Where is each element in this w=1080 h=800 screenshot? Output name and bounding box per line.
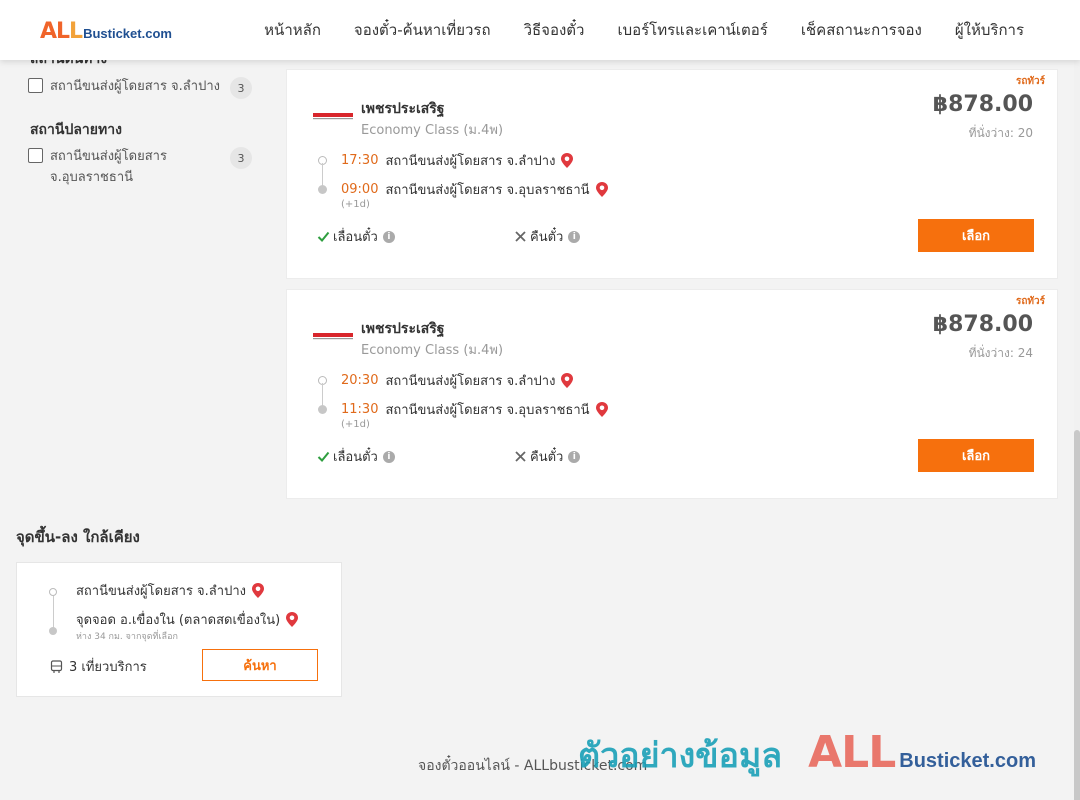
nearby-search-button[interactable]: ค้นหา xyxy=(202,649,318,681)
departure-station: สถานีขนส่งผู้โดยสาร จ.ลำปาง xyxy=(385,374,556,389)
bus-type-tag: รถทัวร์ xyxy=(1015,76,1045,87)
operator-logo-icon xyxy=(313,333,353,340)
origin-filter-label: สถานีขนส่งผู้โดยสาร จ.ลำปาง xyxy=(50,79,220,94)
reschedule-policy: เลื่อนตั๋ว i xyxy=(317,226,395,247)
reschedule-policy: เลื่อนตั๋ว i xyxy=(317,446,395,467)
top-header: ALL Busticket.com หน้าหลัก จองตั๋ว-ค้นหา… xyxy=(0,0,1080,60)
info-icon[interactable]: i xyxy=(568,230,581,243)
sample-watermark: ตัวอย่างข้อมูล ALL Busticket.com xyxy=(578,727,1036,782)
nearby-distance: ห่าง 34 กม. จากจุดที่เลือก xyxy=(76,632,178,642)
operator-name: เพชรประเสริฐ xyxy=(361,101,445,117)
info-icon[interactable]: i xyxy=(382,230,395,243)
trip-card: รถทัวร์ เพชรประเสริฐ Economy Class (ม.4พ… xyxy=(286,289,1058,499)
map-pin-icon[interactable] xyxy=(595,401,609,418)
next-day-indicator: (+1d) xyxy=(341,419,370,430)
watermark-all-text: ALL xyxy=(808,727,896,778)
nearby-trips-label: 3 เที่ยวบริการ xyxy=(69,660,147,675)
departure-row: 17:30 สถานีขนส่งผู้โดยสาร จ.ลำปาง xyxy=(341,150,574,171)
origin-count-badge: 3 xyxy=(230,77,252,99)
main-nav: หน้าหลัก จองตั๋ว-ค้นหาเที่ยวรถ วิธีจองตั… xyxy=(264,0,1024,60)
next-day-indicator: (+1d) xyxy=(341,199,370,210)
nearby-stops-title: จุดขึ้น-ลง ใกล้เคียง xyxy=(16,528,140,546)
timeline-end-dot xyxy=(318,185,327,194)
select-trip-button[interactable]: เลือก xyxy=(918,439,1034,472)
nearby-origin: สถานีขนส่งผู้โดยสาร จ.ลำปาง xyxy=(76,580,265,601)
info-icon[interactable]: i xyxy=(382,450,395,463)
map-pin-icon[interactable] xyxy=(251,582,265,599)
cross-icon xyxy=(515,231,526,242)
ticket-price: ฿878.00 xyxy=(932,312,1033,337)
departure-row: 20:30 สถานีขนส่งผู้โดยสาร จ.ลำปาง xyxy=(341,370,574,391)
nav-home[interactable]: หน้าหลัก xyxy=(264,18,321,42)
arrival-row: 11:30 สถานีขนส่งผู้โดยสาร จ.อุบลราชธานี xyxy=(341,399,609,420)
departure-station: สถานีขนส่งผู้โดยสาร จ.ลำปาง xyxy=(385,154,556,169)
timeline-start-dot xyxy=(49,588,57,596)
cross-icon xyxy=(515,451,526,462)
map-pin-icon[interactable] xyxy=(285,611,299,628)
nav-booking[interactable]: จองตั๋ว-ค้นหาเที่ยวรถ xyxy=(354,18,491,42)
bus-class: Economy Class (ม.4พ) xyxy=(361,123,504,138)
destination-filter-option[interactable]: สถานีขนส่งผู้โดยสาร จ.อุบลราชธานี 3 xyxy=(28,146,258,188)
seats-available: ที่นั่งว่าง: 24 xyxy=(968,346,1033,360)
nav-contact[interactable]: เบอร์โทรและเคาน์เตอร์ xyxy=(617,18,767,42)
arrival-time: 11:30 xyxy=(341,402,379,417)
refund-policy: คืนตั๋ว i xyxy=(514,446,581,467)
refund-label: คืนตั๋ว xyxy=(530,230,564,245)
seats-available: ที่นั่งว่าง: 20 xyxy=(968,126,1033,140)
nearby-stop-card: สถานีขนส่งผู้โดยสาร จ.ลำปาง จุดจอด อ.เขื… xyxy=(16,562,342,697)
reschedule-label: เลื่อนตั๋ว xyxy=(333,450,378,465)
nav-operators[interactable]: ผู้ให้บริการ xyxy=(955,18,1024,42)
operator-logo-icon xyxy=(313,113,353,120)
info-icon[interactable]: i xyxy=(568,450,581,463)
scrollbar-thumb[interactable] xyxy=(1074,430,1080,800)
refund-label: คืนตั๋ว xyxy=(530,450,564,465)
operator-name: เพชรประเสริฐ xyxy=(361,321,445,337)
select-trip-button[interactable]: เลือก xyxy=(918,219,1034,252)
timeline-end-dot xyxy=(318,405,327,414)
page-scrollbar[interactable] xyxy=(1074,60,1080,800)
site-logo[interactable]: ALL Busticket.com xyxy=(40,19,172,44)
origin-checkbox[interactable] xyxy=(28,78,43,93)
origin-filter-option[interactable]: สถานีขนส่งผู้โดยสาร จ.ลำปาง 3 xyxy=(28,76,258,99)
departure-time: 20:30 xyxy=(341,373,379,388)
check-icon xyxy=(317,451,330,462)
logo-all-text: AL xyxy=(40,19,70,44)
map-pin-icon[interactable] xyxy=(560,152,574,169)
timeline-end-dot xyxy=(49,627,57,635)
bus-class: Economy Class (ม.4พ) xyxy=(361,343,504,358)
destination-filter-label: สถานีขนส่งผู้โดยสาร จ.อุบลราชธานี xyxy=(50,149,167,185)
reschedule-label: เลื่อนตั๋ว xyxy=(333,230,378,245)
refund-policy: คืนตั๋ว i xyxy=(514,226,581,247)
destination-checkbox[interactable] xyxy=(28,148,43,163)
nearby-origin-station: สถานีขนส่งผู้โดยสาร จ.ลำปาง xyxy=(76,584,246,599)
arrival-station: สถานีขนส่งผู้โดยสาร จ.อุบลราชธานี xyxy=(385,183,590,198)
arrival-time: 09:00 xyxy=(341,182,379,197)
ticket-price: ฿878.00 xyxy=(932,92,1033,117)
nav-check-status[interactable]: เช็คสถานะการจอง xyxy=(801,18,922,42)
arrival-row: 09:00 สถานีขนส่งผู้โดยสาร จ.อุบลราชธานี xyxy=(341,179,609,200)
destination-filter-title: สถานีปลายทาง xyxy=(30,122,122,138)
map-pin-icon[interactable] xyxy=(560,372,574,389)
nav-how-to-book[interactable]: วิธีจองตั๋ว xyxy=(524,18,585,42)
trip-card: รถทัวร์ เพชรประเสริฐ Economy Class (ม.4พ… xyxy=(286,69,1058,279)
logo-domain-text: Busticket.com xyxy=(83,26,172,41)
map-pin-icon[interactable] xyxy=(595,181,609,198)
nearby-destination: จุดจอด อ.เขื่องใน (ตลาดสดเขื่องใน) xyxy=(76,609,299,630)
watermark-thai-text: ตัวอย่างข้อมูล xyxy=(578,736,783,776)
destination-count-badge: 3 xyxy=(230,147,252,169)
bus-icon xyxy=(50,660,63,673)
nearby-destination-station: จุดจอด อ.เขื่องใน (ตลาดสดเขื่องใน) xyxy=(76,613,281,628)
logo-l-text: L xyxy=(69,19,83,44)
timeline-line xyxy=(52,596,54,628)
nearby-trip-count: 3 เที่ยวบริการ xyxy=(50,656,147,677)
departure-time: 17:30 xyxy=(341,153,379,168)
check-icon xyxy=(317,231,330,242)
arrival-station: สถานีขนส่งผู้โดยสาร จ.อุบลราชธานี xyxy=(385,403,590,418)
watermark-domain-text: Busticket.com xyxy=(899,750,1036,772)
bus-type-tag: รถทัวร์ xyxy=(1015,296,1045,307)
